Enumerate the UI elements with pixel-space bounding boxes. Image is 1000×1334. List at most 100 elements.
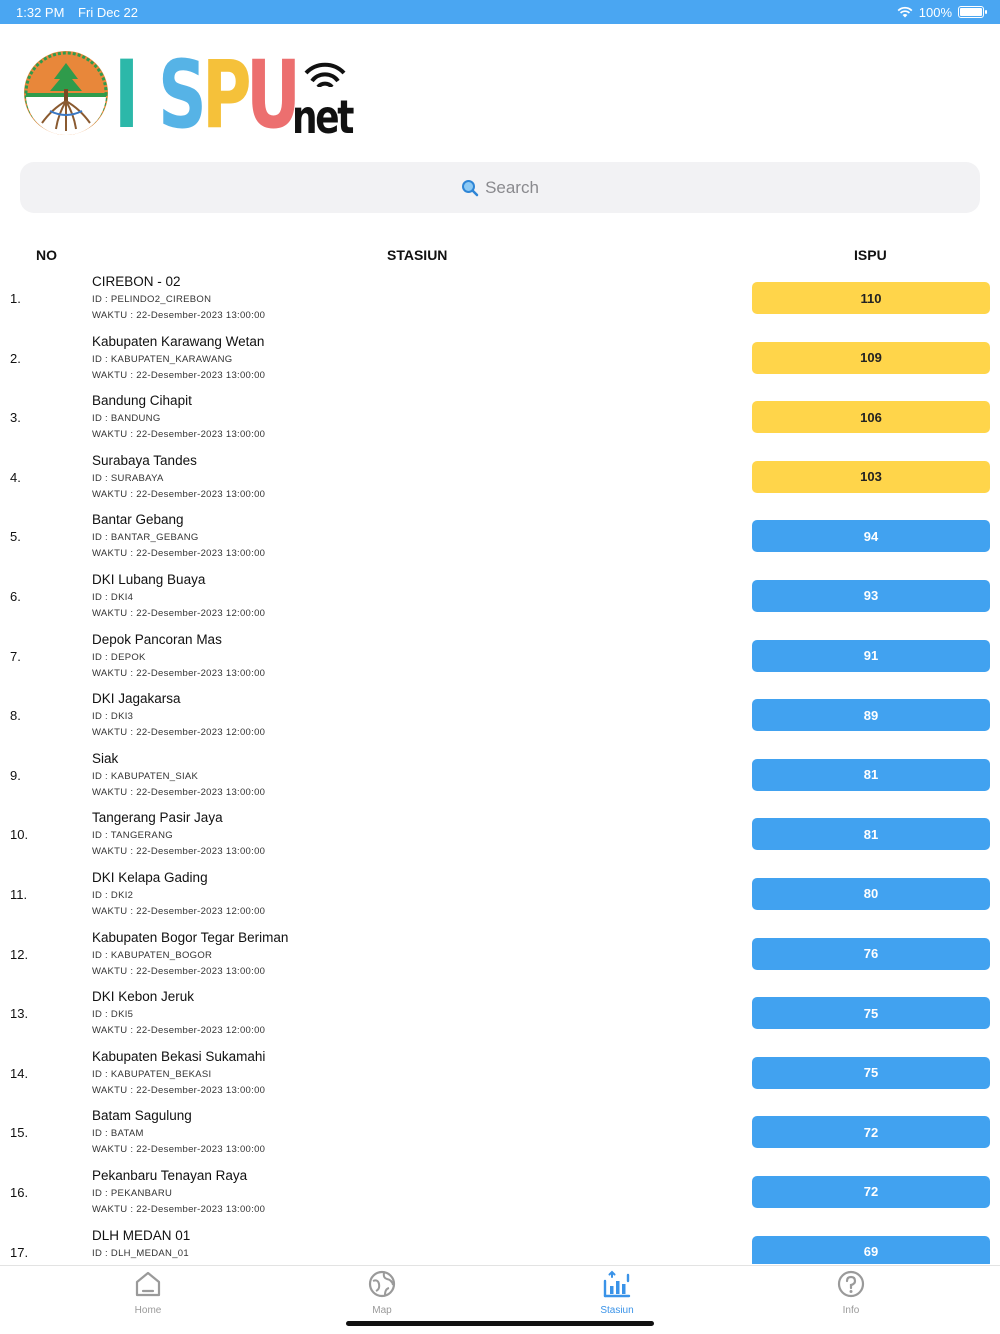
- row-number: 1.: [10, 291, 21, 306]
- search-icon: [462, 179, 479, 196]
- stasiun-chart-icon: [603, 1270, 631, 1298]
- station-id: ID : DKI2: [92, 889, 134, 901]
- station-row[interactable]: 15. Batam Sagulung ID : BATAM WAKTU : 22…: [0, 1102, 1000, 1162]
- station-id: ID : KABUPATEN_KARAWANG: [92, 353, 233, 365]
- header-stasiun: STASIUN: [387, 247, 448, 263]
- station-name: Kabupaten Bogor Tegar Beriman: [92, 929, 289, 945]
- station-time: WAKTU : 22-Desember-2023 12:00:00: [92, 905, 266, 917]
- tab-stasiun[interactable]: Stasiun: [557, 1269, 677, 1316]
- station-row[interactable]: 16. Pekanbaru Tenayan Raya ID : PEKANBAR…: [0, 1162, 1000, 1222]
- station-row[interactable]: 8. DKI Jagakarsa ID : DKI3 WAKTU : 22-De…: [0, 685, 1000, 745]
- row-number: 17.: [10, 1244, 29, 1260]
- tree-emblem-icon: [24, 51, 108, 135]
- ispu-badge[interactable]: 72: [752, 1175, 990, 1208]
- station-row[interactable]: 7. Depok Pancoran Mas ID : DEPOK WAKTU :…: [0, 626, 1000, 686]
- station-row[interactable]: 14. Kabupaten Bekasi Sukamahi ID : KABUP…: [0, 1043, 1000, 1103]
- header-ispu: ISPU: [854, 247, 887, 263]
- ispu-badge[interactable]: 93: [752, 579, 990, 612]
- search-placeholder: Search: [485, 177, 539, 197]
- home-indicator[interactable]: [346, 1321, 654, 1326]
- row-number: 2.: [10, 350, 21, 366]
- station-name: Kabupaten Bekasi Sukamahi: [92, 1048, 266, 1064]
- ispu-badge[interactable]: 72: [752, 1116, 990, 1149]
- ispu-badge[interactable]: 69: [752, 1235, 990, 1264]
- row-number: 6.: [10, 588, 21, 604]
- logo-letter: I: [114, 41, 139, 150]
- row-number: 12.: [10, 946, 29, 962]
- station-row[interactable]: 6. DKI Lubang Buaya ID : DKI4 WAKTU : 22…: [0, 566, 1000, 626]
- ispu-badge[interactable]: 110: [752, 282, 990, 314]
- station-row[interactable]: 17. DLH MEDAN 01 ID : DLH_MEDAN_01 69: [0, 1222, 1000, 1264]
- app-logo: I S P U net: [22, 41, 356, 150]
- station-time: WAKTU : 22-Desember-2023 13:00:00: [92, 846, 266, 858]
- battery-percent: 100%: [918, 4, 952, 20]
- tab-map-label: Map: [372, 1305, 392, 1316]
- row-number: 15.: [10, 1125, 29, 1141]
- station-row[interactable]: 4. Surabaya Tandes ID : SURABAYA WAKTU :…: [0, 447, 1000, 507]
- ispu-badge[interactable]: 94: [752, 520, 990, 553]
- station-row[interactable]: 13. DKI Kebon Jeruk ID : DKI5 WAKTU : 22…: [0, 983, 1000, 1043]
- logo-letter: P: [202, 41, 252, 150]
- station-list[interactable]: 1. CIREBON - 02 ID : PELINDO2_CIREBON WA…: [0, 268, 1000, 1264]
- wifi-icon: [304, 62, 346, 87]
- tab-info[interactable]: Info: [791, 1269, 911, 1316]
- ispu-badge[interactable]: 80: [752, 877, 990, 910]
- station-time: WAKTU : 22-Desember-2023 13:00:00: [92, 1084, 266, 1096]
- tab-home[interactable]: Home: [88, 1269, 208, 1316]
- station-time: WAKTU : 22-Desember-2023 12:00:00: [92, 727, 266, 739]
- station-name: Batam Sagulung: [92, 1108, 192, 1124]
- station-name: Pekanbaru Tenayan Raya: [92, 1167, 248, 1183]
- station-row[interactable]: 10. Tangerang Pasir Jaya ID : TANGERANG …: [0, 804, 1000, 864]
- station-row[interactable]: 5. Bantar Gebang ID : BANTAR_GEBANG WAKT…: [0, 506, 1000, 566]
- row-number: 11.: [10, 886, 28, 902]
- ispu-badge[interactable]: 75: [752, 1056, 990, 1089]
- ispu-badge[interactable]: 81: [752, 758, 990, 791]
- tab-stasiun-label: Stasiun: [600, 1305, 634, 1316]
- station-id: ID : DKI3: [92, 711, 134, 723]
- station-id: ID : TANGERANG: [92, 830, 173, 842]
- station-row[interactable]: 12. Kabupaten Bogor Tegar Beriman ID : K…: [0, 924, 1000, 984]
- logo-letter: S: [158, 41, 207, 150]
- row-number: 7.: [10, 648, 21, 664]
- station-time: WAKTU : 22-Desember-2023 13:00:00: [92, 667, 266, 679]
- table-header: NO STASIUN ISPU: [0, 247, 1000, 265]
- row-number: 8.: [10, 708, 21, 724]
- station-row[interactable]: 9. Siak ID : KABUPATEN_SIAK WAKTU : 22-D…: [0, 745, 1000, 805]
- station-id: ID : BANDUNG: [92, 413, 161, 425]
- status-bar: 1:32 PM Fri Dec 22 100%: [0, 0, 1000, 24]
- row-number: 5.: [10, 529, 21, 545]
- station-time: WAKTU : 22-Desember-2023 13:00:00: [92, 369, 266, 381]
- station-row[interactable]: 2. Kabupaten Karawang Wetan ID : KABUPAT…: [0, 328, 1000, 388]
- station-row[interactable]: 1. CIREBON - 02 ID : PELINDO2_CIREBON WA…: [0, 268, 1000, 328]
- ispu-badge[interactable]: 106: [752, 401, 990, 434]
- station-id: ID : DKI4: [92, 591, 134, 603]
- row-number: 14.: [10, 1065, 29, 1081]
- station-id: ID : DKI5: [92, 1009, 134, 1021]
- ispu-badge[interactable]: 109: [752, 341, 990, 374]
- station-row[interactable]: 3. Bandung Cihapit ID : BANDUNG WAKTU : …: [0, 387, 1000, 447]
- station-time: WAKTU : 22-Desember-2023 13:00:00: [92, 1144, 266, 1156]
- row-number: 4.: [10, 469, 21, 485]
- ispu-badge[interactable]: 103: [752, 460, 990, 493]
- station-id: ID : KABUPATEN_BEKASI: [92, 1068, 212, 1080]
- ispu-badge[interactable]: 91: [752, 639, 990, 672]
- station-id: ID : BANTAR_GEBANG: [92, 532, 199, 544]
- station-id: ID : PEKANBARU: [92, 1187, 173, 1199]
- station-name: DLH MEDAN 01: [92, 1227, 191, 1243]
- station-id: ID : BATAM: [92, 1128, 144, 1140]
- ispu-badge[interactable]: 89: [752, 699, 990, 732]
- station-name: DKI Kebon Jeruk: [92, 989, 195, 1005]
- station-name: Siak: [92, 750, 119, 766]
- station-id: ID : SURABAYA: [92, 472, 164, 484]
- tab-map[interactable]: Map: [322, 1269, 442, 1316]
- ispu-badge[interactable]: 75: [752, 997, 990, 1030]
- station-time: WAKTU : 22-Desember-2023 13:00:00: [92, 310, 266, 321]
- ispu-badge[interactable]: 81: [752, 818, 990, 851]
- station-time: WAKTU : 22-Desember-2023 12:00:00: [92, 1025, 266, 1037]
- station-row[interactable]: 11. DKI Kelapa Gading ID : DKI2 WAKTU : …: [0, 864, 1000, 924]
- station-time: WAKTU : 22-Desember-2023 13:00:00: [92, 786, 266, 798]
- row-number: 10.: [10, 827, 29, 843]
- search-input[interactable]: Search: [20, 162, 980, 213]
- station-id: ID : DLH_MEDAN_01: [92, 1247, 189, 1259]
- ispu-badge[interactable]: 76: [752, 937, 990, 970]
